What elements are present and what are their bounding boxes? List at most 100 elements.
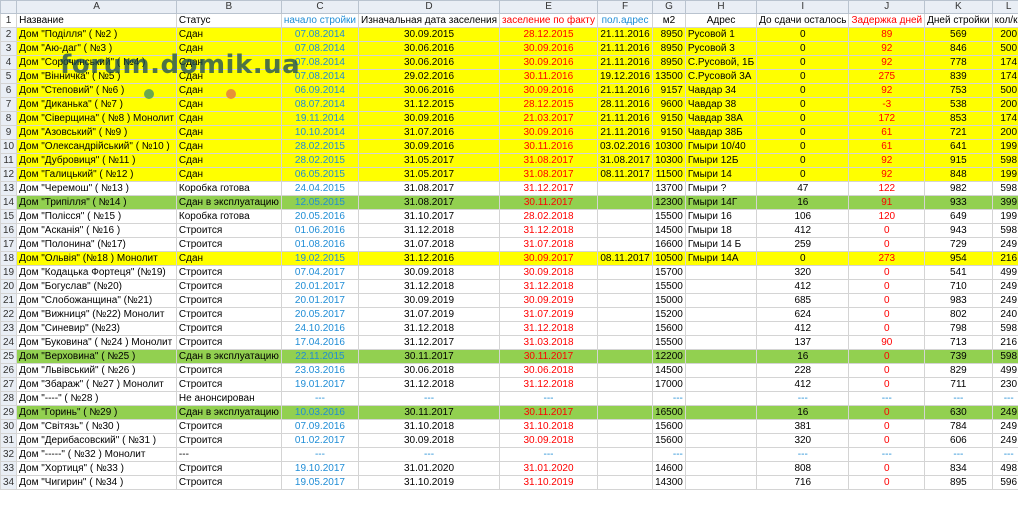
cell-l[interactable]: 598 [991,349,1018,364]
cell-i[interactable]: 381 [756,419,850,434]
cell-f[interactable] [596,335,654,350]
row-number[interactable]: 25 [0,349,18,364]
cell-j[interactable]: --- [848,447,926,462]
cell-k[interactable]: 538 [924,97,993,112]
cell-f[interactable] [596,405,654,420]
header-cell[interactable]: пол.адрес [596,13,654,28]
cell-c[interactable]: 06.05.2015 [280,167,360,182]
header-cell[interactable]: заселение по факту [499,13,598,28]
cell-h[interactable]: Гмыри 16 [684,209,758,224]
cell-i[interactable]: 320 [756,265,850,280]
cell-a[interactable]: Дом "Черемош" ( №13 ) [16,181,177,196]
cell-h[interactable]: Русовой 1 [684,27,758,42]
cell-b[interactable]: Сдан в эксплуатацию [175,349,282,364]
cell-g[interactable]: 9157 [652,83,686,98]
cell-i[interactable]: --- [756,447,850,462]
cell-k[interactable]: 713 [924,335,993,350]
cell-c[interactable]: 20.05.2017 [280,307,360,322]
cell-f[interactable]: 21.11.2016 [596,83,654,98]
cell-j[interactable]: 92 [848,83,926,98]
cell-h[interactable]: Гмыри 14 [684,167,758,182]
cell-b[interactable]: Сдан [175,153,282,168]
cell-l[interactable]: 174 [991,55,1018,70]
cell-b[interactable]: Строится [175,321,282,336]
cell-e[interactable]: 31.12.2018 [499,321,598,336]
cell-e[interactable]: 31.12.2018 [499,279,598,294]
cell-b[interactable]: --- [175,447,282,462]
cell-b[interactable]: Строится [175,307,282,322]
cell-l[interactable]: 200 [991,97,1018,112]
cell-k[interactable]: 753 [924,83,993,98]
cell-l[interactable]: 216 [991,335,1018,350]
cell-g[interactable]: 9600 [652,97,686,112]
cell-i[interactable]: 0 [756,111,850,126]
cell-i[interactable]: 0 [756,251,850,266]
cell-d[interactable]: 31.07.2018 [358,237,501,252]
cell-a[interactable]: Дом "Кодацька Фортеця" (№19) [16,265,177,280]
cell-a[interactable]: Дом "Олександрійський" ( №10 ) [16,139,177,154]
cell-c[interactable]: 23.03.2016 [280,363,360,378]
cell-g[interactable]: 8950 [652,27,686,42]
cell-c[interactable]: 07.04.2017 [280,265,360,280]
cell-l[interactable]: 249 [991,279,1018,294]
cell-d[interactable]: 30.09.2018 [358,433,501,448]
cell-h[interactable] [684,279,758,294]
cell-g[interactable]: 15500 [652,209,686,224]
cell-g[interactable]: 10300 [652,139,686,154]
cell-c[interactable]: 28.02.2015 [280,139,360,154]
cell-h[interactable]: Чавдар 38А [684,111,758,126]
cell-e[interactable]: 30.11.2016 [499,139,598,154]
cell-c[interactable]: 08.07.2014 [280,97,360,112]
cell-d[interactable]: 30.09.2018 [358,265,501,280]
cell-f[interactable] [596,209,654,224]
cell-i[interactable]: 259 [756,237,850,252]
cell-c[interactable]: 20.01.2017 [280,293,360,308]
cell-j[interactable]: 91 [848,195,926,210]
cell-i[interactable]: 0 [756,97,850,112]
cell-a[interactable]: Дом "Полонина" (№17) [16,237,177,252]
cell-k[interactable]: 848 [924,167,993,182]
cell-c[interactable]: 12.05.2015 [280,195,360,210]
cell-b[interactable]: Сдан в эксплуатацию [175,405,282,420]
cell-i[interactable]: 0 [756,69,850,84]
cell-h[interactable] [684,265,758,280]
cell-i[interactable]: 0 [756,41,850,56]
cell-h[interactable] [684,461,758,476]
cell-c[interactable]: 17.04.2016 [280,335,360,350]
cell-h[interactable] [684,349,758,364]
cell-g[interactable]: 9150 [652,125,686,140]
cell-b[interactable]: Коробка готова [175,181,282,196]
cell-i[interactable]: 0 [756,153,850,168]
cell-k[interactable]: --- [924,447,993,462]
cell-g[interactable]: --- [652,447,686,462]
cell-f[interactable] [596,433,654,448]
cell-k[interactable]: 915 [924,153,993,168]
cell-c[interactable]: 24.04.2015 [280,181,360,196]
row-number[interactable]: 29 [0,405,18,420]
row-number[interactable]: 33 [0,461,18,476]
cell-d[interactable]: 30.09.2015 [358,27,501,42]
cell-l[interactable]: 199 [991,139,1018,154]
cell-l[interactable]: 200 [991,125,1018,140]
cell-h[interactable]: Чавдар 34 [684,83,758,98]
cell-i[interactable]: 412 [756,279,850,294]
cell-a[interactable]: Дом "Світязь" ( №30 ) [16,419,177,434]
cell-f[interactable] [596,265,654,280]
cell-j[interactable]: 0 [848,405,926,420]
cell-k[interactable]: 829 [924,363,993,378]
cell-c[interactable]: 20.05.2016 [280,209,360,224]
cell-d[interactable]: 30.09.2016 [358,111,501,126]
cell-c[interactable]: 24.10.2016 [280,321,360,336]
cell-d[interactable]: 31.12.2016 [358,251,501,266]
cell-i[interactable]: --- [756,391,850,406]
cell-b[interactable]: Сдан [175,97,282,112]
row-number[interactable]: 1 [0,13,18,28]
cell-d[interactable]: 31.12.2017 [358,335,501,350]
cell-j[interactable]: 172 [848,111,926,126]
cell-g[interactable]: 8950 [652,41,686,56]
row-number[interactable]: 3 [0,41,18,56]
cell-h[interactable] [684,447,758,462]
cell-l[interactable]: 399 [991,195,1018,210]
column-header-f[interactable]: F [596,0,654,14]
cell-d[interactable]: 31.12.2018 [358,223,501,238]
